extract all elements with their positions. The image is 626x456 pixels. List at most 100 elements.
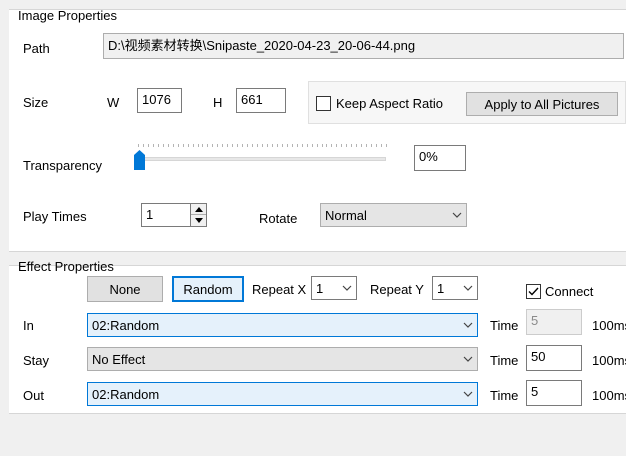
- effect-properties-title: Effect Properties: [18, 259, 114, 274]
- slider-tick: [242, 144, 244, 147]
- in-time-label: Time: [490, 318, 519, 333]
- repeat-y-label: Repeat Y: [370, 282, 424, 297]
- repeat-y-value: 1: [437, 280, 445, 296]
- triangle-down-icon: [194, 218, 203, 223]
- slider-tick: [207, 144, 209, 147]
- slider-tick: [326, 144, 328, 147]
- slider-tick: [192, 144, 194, 147]
- slider-tick: [152, 144, 154, 147]
- slider-tick: [281, 144, 283, 147]
- slider-tick: [222, 144, 224, 147]
- size-label: Size: [23, 95, 49, 110]
- transparency-value[interactable]: 0%: [414, 145, 466, 171]
- play-times-spinner[interactable]: [190, 203, 207, 227]
- rotate-label: Rotate: [259, 211, 298, 226]
- slider-tick: [341, 144, 343, 147]
- repeat-x-value: 1: [316, 280, 324, 296]
- transparency-label: Transparency: [23, 158, 102, 173]
- slider-tick: [381, 144, 383, 147]
- slider-tick: [371, 144, 373, 147]
- slider-tick: [147, 144, 149, 147]
- connect-checkbox[interactable]: [526, 284, 541, 299]
- rotate-value: Normal: [325, 207, 367, 223]
- in-label: In: [23, 318, 34, 333]
- rotate-dropdown[interactable]: Normal: [320, 203, 467, 227]
- image-properties-title: Image Properties: [18, 8, 117, 23]
- slider-tick: [227, 144, 229, 147]
- in-time-input[interactable]: 5: [526, 309, 582, 335]
- connect-label: Connect: [545, 284, 594, 299]
- spin-down-button[interactable]: [191, 215, 206, 226]
- out-effect-value: 02:Random: [92, 386, 160, 402]
- out-effect-dropdown[interactable]: 02:Random: [87, 382, 478, 406]
- slider-tick: [177, 144, 179, 147]
- slider-tick: [262, 144, 263, 147]
- slider-tick: [321, 144, 323, 147]
- slider-tick: [316, 144, 318, 147]
- slider-tick: [212, 144, 214, 147]
- slider-tick: [138, 144, 139, 147]
- stay-time-label: Time: [490, 353, 519, 368]
- slider-tick: [232, 144, 234, 147]
- slider-tick: [182, 144, 184, 147]
- slider-tick: [346, 144, 348, 147]
- width-input[interactable]: 1076: [137, 88, 182, 113]
- slider-track: [138, 157, 386, 161]
- in-time-unit: 100ms: [592, 318, 626, 333]
- slider-tick: [202, 144, 204, 147]
- stay-time-input[interactable]: 50: [526, 345, 582, 371]
- repeat-x-label: Repeat X: [252, 282, 307, 297]
- slider-tick: [247, 144, 249, 147]
- out-time-input[interactable]: 5: [526, 380, 582, 406]
- path-label: Path: [23, 41, 50, 56]
- slider-tick: [366, 144, 368, 147]
- slider-tick: [286, 144, 288, 147]
- width-label: W: [107, 95, 120, 110]
- stay-effect-value: No Effect: [92, 351, 146, 367]
- slider-tick: [167, 144, 169, 147]
- slider-tick: [301, 144, 303, 147]
- height-label: H: [213, 95, 223, 110]
- slider-tick: [351, 144, 353, 147]
- slider-tick: [336, 144, 338, 147]
- slider-tick: [361, 144, 363, 147]
- random-button[interactable]: Random: [172, 276, 244, 302]
- chevron-down-icon: [338, 277, 356, 299]
- transparency-slider[interactable]: [134, 140, 390, 174]
- stay-time-unit: 100ms: [592, 353, 626, 368]
- keep-aspect-checkbox[interactable]: [316, 96, 331, 111]
- slider-tick: [356, 144, 358, 147]
- stay-effect-dropdown[interactable]: No Effect: [87, 347, 478, 371]
- play-times-label: Play Times: [23, 209, 87, 224]
- out-label: Out: [23, 388, 44, 403]
- slider-tick: [172, 144, 174, 147]
- slider-thumb-icon[interactable]: [134, 150, 145, 170]
- in-effect-dropdown[interactable]: 02:Random: [87, 313, 478, 337]
- slider-tick: [266, 144, 268, 147]
- play-times-input[interactable]: 1: [141, 203, 191, 227]
- spin-up-button[interactable]: [191, 204, 206, 215]
- repeat-x-dropdown[interactable]: 1: [311, 276, 357, 300]
- slider-tick: [306, 144, 308, 147]
- slider-tick: [331, 144, 333, 147]
- triangle-up-icon: [194, 206, 203, 212]
- none-button[interactable]: None: [87, 276, 163, 302]
- keep-aspect-label: Keep Aspect Ratio: [336, 96, 443, 111]
- apply-to-all-button[interactable]: Apply to All Pictures: [466, 92, 618, 116]
- slider-tick: [257, 144, 259, 147]
- chevron-down-icon: [459, 277, 477, 299]
- out-time-label: Time: [490, 388, 519, 403]
- slider-tick: [296, 144, 298, 147]
- slider-tick: [376, 144, 378, 147]
- repeat-y-dropdown[interactable]: 1: [432, 276, 478, 300]
- slider-tick: [271, 144, 273, 147]
- in-effect-value: 02:Random: [92, 317, 160, 333]
- slider-tick: [162, 144, 164, 147]
- path-field[interactable]: D:\视频素材转换\Snipaste_2020-04-23_20-06-44.p…: [103, 33, 624, 59]
- slider-tick: [142, 144, 144, 147]
- stay-label: Stay: [23, 353, 50, 368]
- slider-tick: [217, 144, 219, 147]
- height-input[interactable]: 661: [236, 88, 286, 113]
- slider-tick: [187, 144, 189, 147]
- slider-tick: [197, 144, 199, 147]
